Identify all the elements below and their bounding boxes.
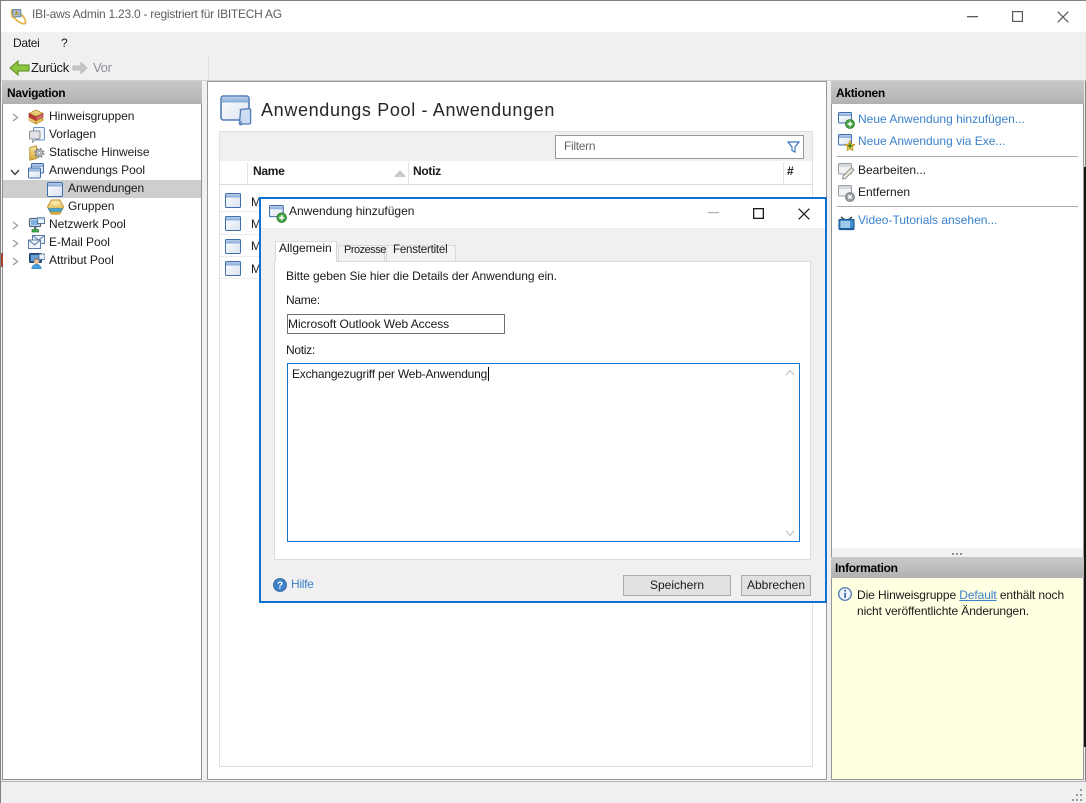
svg-text:?: ?	[277, 580, 283, 591]
